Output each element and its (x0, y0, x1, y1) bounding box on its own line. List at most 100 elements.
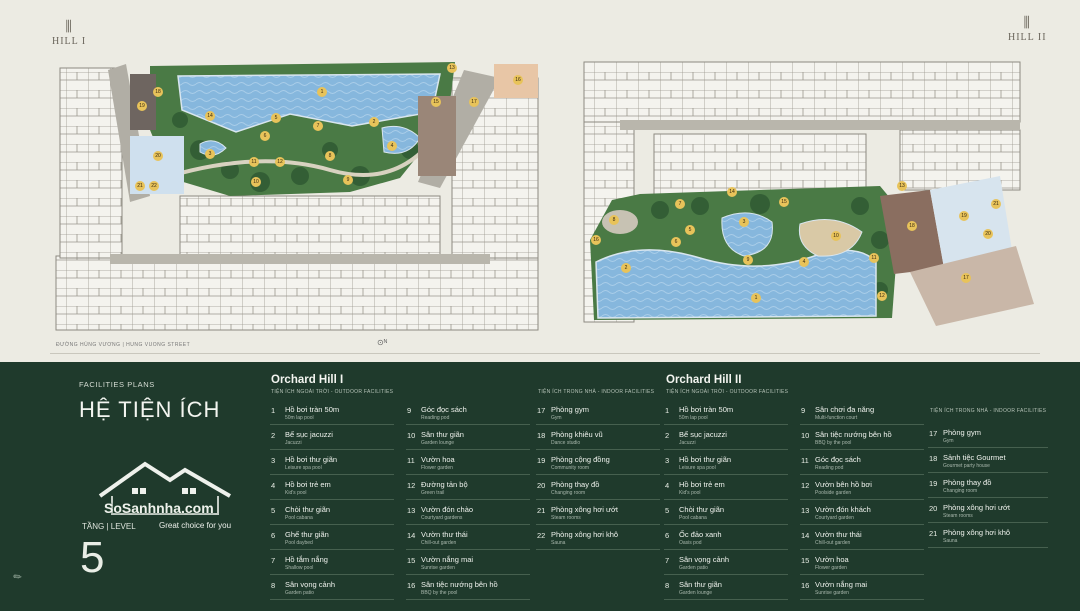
svg-text:3: 3 (209, 151, 212, 157)
marker-h1-4: 4 (387, 141, 397, 151)
facility-item: 4 Hồ bơi trẻ em Kid's pool (270, 475, 394, 500)
svg-text:13: 13 (449, 65, 455, 71)
facility-name-vi: Vườn bên hồ bơi (815, 480, 872, 489)
facility-name-en: Courtyard gardens (421, 515, 463, 521)
facility-name-vi: Phòng thay đồ (551, 480, 600, 489)
marker-h2-16: 16 (591, 235, 601, 245)
svg-text:4: 4 (391, 143, 394, 149)
facility-number: 15 (407, 556, 416, 565)
svg-text:11: 11 (871, 255, 876, 261)
svg-text:1: 1 (755, 295, 758, 301)
facility-name-vi: Phòng xông hơi ướt (943, 503, 1010, 512)
facility-name-en: Dance studio (551, 440, 581, 446)
facility-item: 16 Sân tiệc nướng bên hồ BBQ by the pool (406, 575, 530, 600)
svg-text:5: 5 (275, 115, 278, 121)
hill1-plan (55, 62, 539, 331)
facility-name-en: Steam rooms (943, 513, 973, 519)
level-number: 5 (80, 533, 105, 582)
facility-number: 13 (801, 506, 810, 515)
facility-name-vi: Hồ bơi trẻ em (679, 480, 725, 489)
facility-number: 21 (537, 506, 546, 515)
hill2-name: Orchard Hill II (666, 374, 742, 386)
facility-number: 1 (271, 406, 276, 415)
facility-name-en: Changing room (943, 488, 978, 494)
facility-name-vi: Sân chơi đa năng (815, 405, 875, 414)
svg-text:21: 21 (137, 183, 143, 189)
facility-number: 6 (271, 531, 276, 540)
svg-text:10: 10 (833, 233, 839, 239)
facility-name-vi: Phòng cộng đồng (551, 455, 610, 464)
facility-name-vi: Hồ tắm nắng (285, 555, 328, 564)
facility-number: 6 (665, 531, 670, 540)
facility-number: 20 (537, 481, 546, 490)
facility-number: 13 (407, 506, 416, 515)
facility-name-vi: Hồ bơi tràn 50m (679, 405, 734, 414)
facility-name-vi: Phòng xông hơi khô (551, 530, 619, 539)
marker-h1-12: 12 (275, 157, 285, 167)
facilities-label: FACILITIES PLANS (79, 380, 155, 389)
facility-item: 6 Ghế thư giãn Pool daybed (270, 525, 394, 550)
facility-name-vi: Sân thư giãn (679, 580, 722, 589)
facility-name-vi: Vườn nắng mai (815, 580, 868, 589)
facility-number: 21 (929, 529, 938, 538)
site-plan-drawing: 1 2 3 4 5 6 7 8 9 10 11 12 13 14 15 16 1… (55, 61, 1034, 331)
marker-h2-20: 20 (983, 229, 993, 239)
marker-h2-8: 8 (609, 215, 619, 225)
facility-number: 9 (407, 406, 412, 415)
facility-name-en: Sauna (943, 538, 958, 544)
marker-h2-10: 10 (831, 231, 841, 241)
hill1-outdoor-col1: 1 Hồ bơi tràn 50m 50m lap pool 2 Bể sục jacu… (270, 400, 394, 600)
house-logo-icon (98, 461, 232, 515)
svg-text:7: 7 (679, 201, 682, 207)
svg-text:22: 22 (151, 183, 157, 189)
facility-number: 7 (665, 556, 670, 565)
facility-item: 3 Hồ bơi thư giãn Leisure spa pool (664, 450, 788, 475)
svg-text:12: 12 (879, 293, 885, 299)
svg-text:6: 6 (264, 133, 267, 139)
facility-item: 2 Bể sục jacuzzi Jacuzzi (664, 425, 788, 450)
svg-text:17: 17 (471, 99, 477, 105)
hill1-indoor-col: 17 Phòng gym Gym 18 Phòng khiêu vũ Dance stud… (536, 400, 660, 550)
facility-name-en: Pool daybed (285, 540, 313, 546)
facility-item: 6 Ốc đảo xanh Oasis pod (664, 525, 788, 550)
facility-number: 4 (271, 481, 276, 490)
marker-h1-15: 15 (431, 97, 441, 107)
svg-text:19: 19 (961, 213, 967, 219)
facility-name-en: Gourmet party house (943, 463, 990, 469)
facility-number: 7 (271, 556, 276, 565)
facility-name-en: Poolside garden (815, 490, 852, 496)
facility-name-vi: Sân thư giãn (421, 430, 464, 439)
street-label: ĐƯỜNG HÙNG VƯƠNG | HUNG VUONG STREET (56, 342, 191, 348)
facility-item: 21 Phòng xông hơi khô Sauna (928, 523, 1048, 548)
facility-item: 21 Phòng xông hơi ướt Steam rooms (536, 500, 660, 525)
facility-number: 22 (537, 531, 546, 540)
facility-name-en: Chill-out garden (815, 540, 851, 546)
marker-h2-13: 13 (897, 181, 907, 191)
facility-name-vi: Sân tiệc nướng bên hồ (815, 430, 892, 439)
svg-text:13: 13 (899, 183, 905, 189)
facility-name-en: Jacuzzi (285, 440, 302, 446)
marker-h2-5: 5 (685, 225, 695, 235)
facility-name-vi: Ghế thư giãn (285, 530, 329, 539)
facility-name-vi: Sân vọng cảnh (679, 555, 730, 564)
facility-item: 12 Vườn bên hồ bơi Poolside garden (800, 475, 924, 500)
facility-number: 14 (801, 531, 810, 540)
facility-name-vi: Vườn thư thái (815, 530, 862, 539)
compass-icon: ⊙ᴺ (377, 338, 388, 347)
facility-item: 20 Phòng thay đồ Changing room (536, 475, 660, 500)
marker-h1-21: 21 (135, 181, 145, 191)
facility-name-vi: Phòng xông hơi ướt (551, 505, 618, 514)
floor-plans-area: ⫼ HILL I ⫼ HILL II 1 2 3 4 5 6 7 8 9 10 … (0, 0, 1080, 362)
facility-number: 4 (665, 481, 670, 490)
svg-text:3: 3 (743, 219, 746, 225)
marker-h1-5: 5 (271, 113, 281, 123)
facility-number: 9 (801, 406, 806, 415)
svg-text:7: 7 (317, 123, 320, 129)
facility-name-vi: Chòi thư giãn (285, 505, 331, 514)
hill1-outdoor-col2: 9 Góc đọc sách Reading pod 10 Sân thư giãn Ga… (406, 400, 530, 600)
facility-item: 22 Phòng xông hơi khô Sauna (536, 525, 660, 550)
facility-name-vi: Bể sục jacuzzi (679, 430, 727, 439)
facility-item: 18 Sảnh tiệc Gourmet Gourmet party house (928, 448, 1048, 473)
facility-item: 20 Phòng xông hơi ướt Steam rooms (928, 498, 1048, 523)
svg-text:10: 10 (253, 179, 259, 185)
